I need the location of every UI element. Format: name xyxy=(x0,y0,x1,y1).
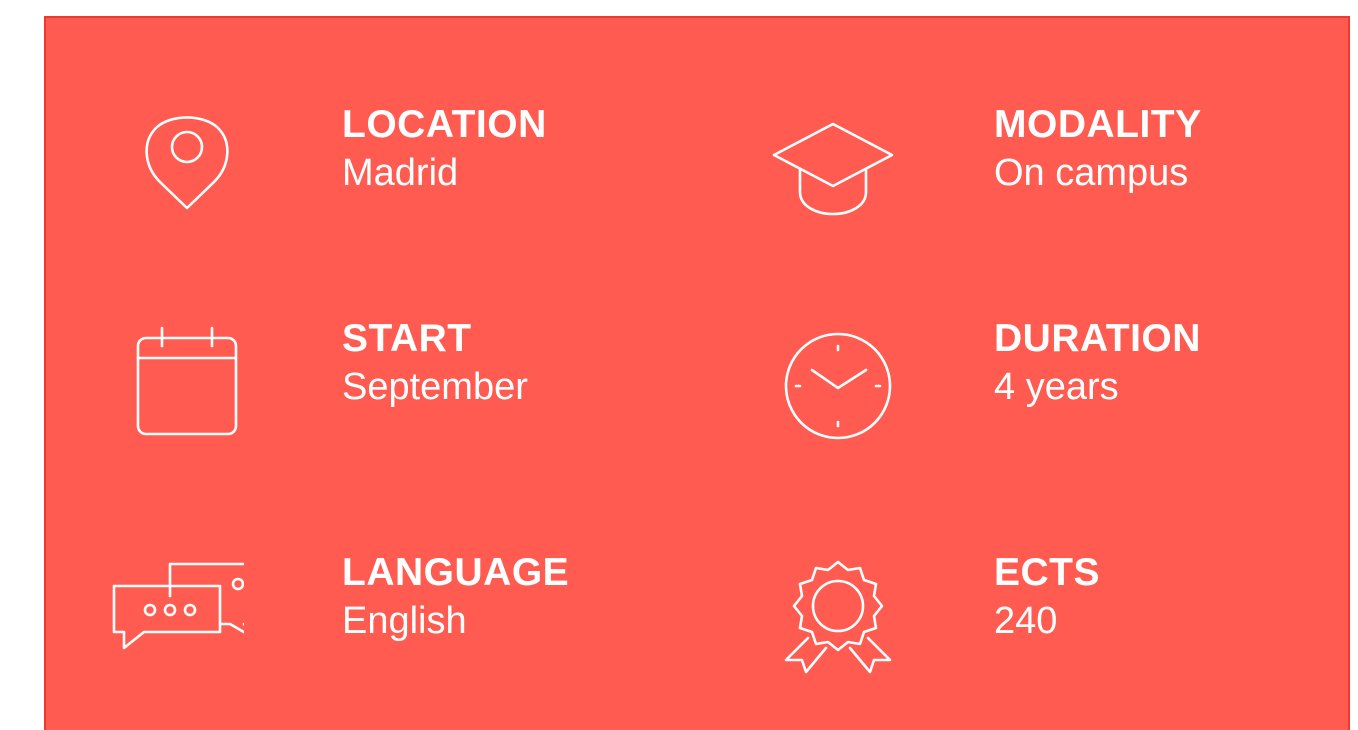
info-value: Madrid xyxy=(342,152,459,194)
info-label: ECTS xyxy=(994,551,1101,594)
info-label: MODALITY xyxy=(994,103,1202,146)
info-item-text: START September xyxy=(342,316,528,412)
clock-icon xyxy=(746,316,896,446)
graduation-cap-icon xyxy=(746,102,896,232)
chat-bubbles-icon xyxy=(94,550,244,680)
calendar-icon xyxy=(94,316,244,446)
info-item-start: START September xyxy=(94,316,654,446)
info-item-text: LOCATION Madrid xyxy=(342,102,547,198)
info-item-modality: MODALITY On campus xyxy=(746,102,1306,232)
info-label: DURATION xyxy=(994,317,1201,360)
info-item-language: LANGUAGE English xyxy=(94,550,654,680)
info-item-text: ECTS 240 xyxy=(994,550,1100,646)
info-value: 4 years xyxy=(994,366,1119,408)
info-item-text: LANGUAGE English xyxy=(342,550,569,646)
info-label: START xyxy=(342,317,472,360)
info-label: LOCATION xyxy=(342,103,547,146)
info-item-text: MODALITY On campus xyxy=(994,102,1202,198)
info-value: September xyxy=(342,366,528,408)
info-item-location: LOCATION Madrid xyxy=(94,102,654,232)
info-item-duration: DURATION 4 years xyxy=(746,316,1306,446)
program-info-panel: LOCATION Madrid MODALITY On campus START… xyxy=(44,16,1350,730)
info-value: On campus xyxy=(994,152,1189,194)
info-value: 240 xyxy=(994,600,1058,642)
award-badge-icon xyxy=(746,550,896,680)
location-pin-icon xyxy=(94,102,244,232)
info-item-ects: ECTS 240 xyxy=(746,550,1306,680)
info-value: English xyxy=(342,600,467,642)
info-item-text: DURATION 4 years xyxy=(994,316,1201,412)
info-label: LANGUAGE xyxy=(342,551,570,594)
